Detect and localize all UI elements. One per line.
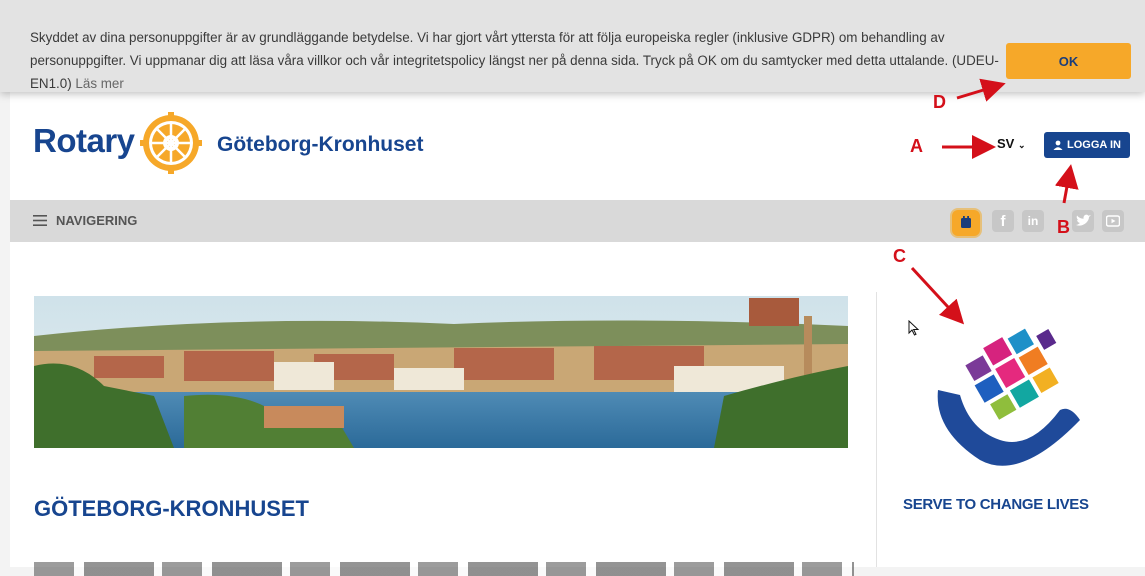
annotation-arrows <box>910 78 1079 325</box>
annotation-d: D <box>933 92 946 112</box>
annotation-c: C <box>893 246 906 266</box>
annotation-b: B <box>1057 217 1070 237</box>
annotation-a: A <box>910 136 923 156</box>
